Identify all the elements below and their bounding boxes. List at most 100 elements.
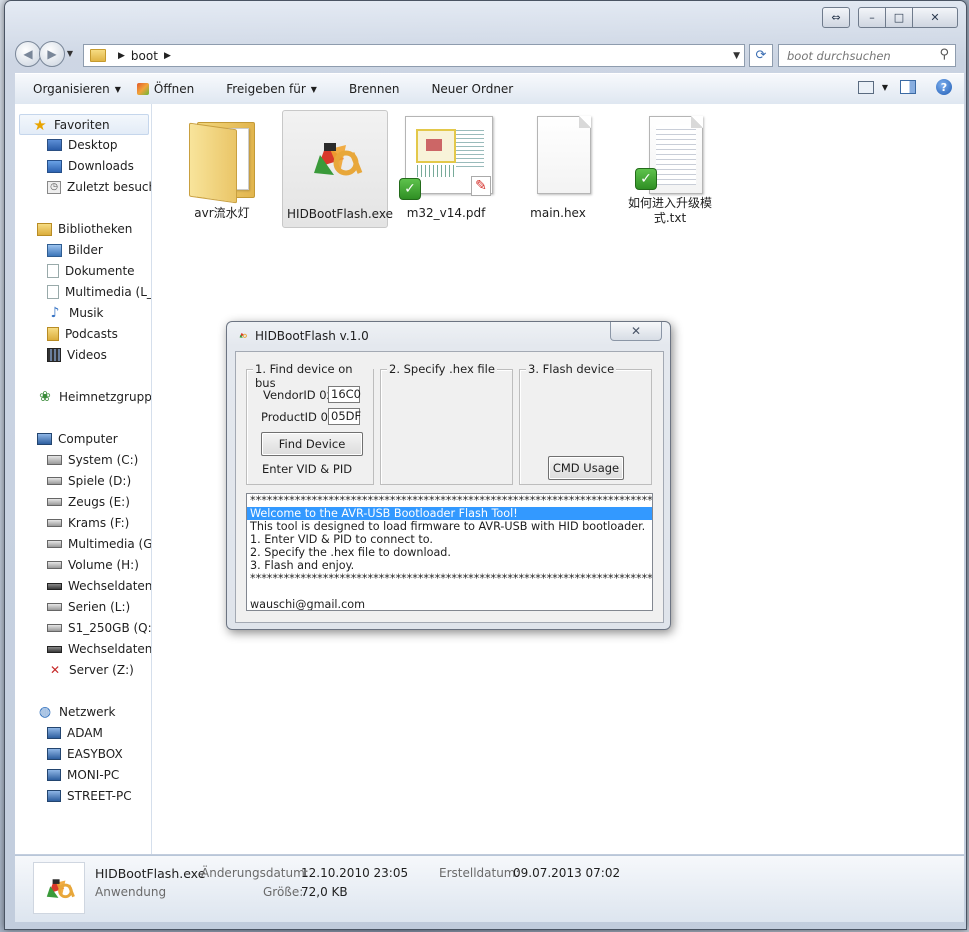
log-line[interactable]: This tool is designed to load firmware t… [247, 520, 652, 533]
file-item[interactable]: avr流水灯 [170, 110, 274, 226]
sync-check-icon: ✓ [399, 178, 421, 200]
log-line[interactable]: Welcome to the AVR-USB Bootloader Flash … [247, 507, 652, 520]
recent-pages-dropdown-icon[interactable]: ▼ [65, 41, 75, 65]
find-device-button[interactable]: Find Device [261, 432, 363, 456]
sidebar-item-favorites[interactable]: ★ Favoriten [19, 114, 149, 135]
swap-icon[interactable]: ⇔ [822, 7, 850, 28]
text-file-icon: ✓ [635, 114, 705, 194]
sidebar-item-multimedia[interactable]: Multimedia (L_) [47, 282, 151, 302]
sidebar-label: System (C:) [68, 453, 139, 467]
sidebar-item-libraries[interactable]: Bibliotheken [37, 219, 132, 239]
chevron-right-icon[interactable]: ▶ [164, 51, 171, 61]
log-line[interactable] [247, 585, 652, 598]
close-button[interactable]: ✕ [913, 7, 958, 28]
view-icon[interactable] [857, 80, 874, 94]
minimize-button[interactable]: – [858, 7, 886, 28]
sidebar-item-pc[interactable]: STREET-PC [47, 786, 132, 806]
sidebar-item-drive[interactable]: Zeugs (E:) [47, 492, 130, 512]
log-line[interactable]: ****************************************… [247, 572, 652, 585]
sidebar-item-drive[interactable]: Wechseldatentr [47, 639, 152, 659]
sidebar-item-documents[interactable]: Dokumente [47, 261, 135, 281]
details-modified-label: Änderungsdatum: [201, 866, 309, 880]
sidebar-item-computer[interactable]: Computer [37, 429, 118, 449]
cmd-usage-button[interactable]: CMD Usage [548, 456, 624, 480]
downloads-icon [47, 159, 62, 173]
details-created-label: Erstelldatum: [439, 866, 520, 880]
sidebar-item-pc[interactable]: EASYBOX [47, 744, 123, 764]
folder-icon [90, 49, 106, 62]
product-id-input[interactable]: 05DF [328, 408, 361, 425]
sidebar-item-drive[interactable]: S1_250GB (Q:) [47, 618, 151, 638]
sidebar-item-pictures[interactable]: Bilder [47, 240, 103, 260]
help-icon[interactable]: ? [936, 79, 952, 95]
sidebar-item-downloads[interactable]: Downloads [47, 156, 134, 176]
dialog-title: HIDBootFlash v.1.0 [255, 329, 369, 343]
file-item[interactable]: ✓ ✎ m32_v14.pdf [394, 110, 498, 226]
sidebar-item-desktop[interactable]: Desktop [47, 135, 118, 155]
organize-button[interactable]: Organisieren ▼ [15, 82, 135, 96]
sidebar-label: Videos [67, 348, 107, 362]
back-arrow-icon[interactable]: ◀ [15, 41, 41, 67]
share-button[interactable]: Freigeben für ▼ [208, 82, 331, 96]
group-label: 3. Flash device [526, 362, 617, 376]
maximize-button[interactable]: □ [886, 7, 913, 28]
burn-button[interactable]: Brennen [331, 82, 413, 96]
sidebar-item-drive[interactable]: Wechseldatentr [47, 576, 151, 596]
sync-check-icon: ✓ [635, 168, 657, 190]
preview-pane-icon[interactable] [900, 80, 916, 94]
forward-arrow-icon[interactable]: ▶ [39, 41, 65, 67]
sidebar-item-music[interactable]: ♪ Musik [47, 303, 104, 323]
vendor-id-input[interactable]: 16C0 [328, 386, 361, 403]
file-item[interactable]: main.hex [506, 110, 610, 226]
chevron-right-icon[interactable]: ▶ [118, 51, 125, 61]
sidebar-item-podcasts[interactable]: Podcasts [47, 324, 118, 344]
log-line[interactable]: ****************************************… [247, 494, 652, 507]
sidebar-item-drive[interactable]: Spiele (D:) [47, 471, 131, 491]
sidebar-label: MONI-PC [67, 768, 120, 782]
log-line[interactable]: 1. Enter VID & PID to connect to. [247, 533, 652, 546]
view-dropdown-icon[interactable]: ▼ [882, 83, 888, 92]
sidebar-item-drive[interactable]: ✕ Server (Z:) [47, 660, 134, 680]
log-line[interactable]: 2. Specify the .hex file to download. [247, 546, 652, 559]
search-box[interactable]: ⚲ [778, 44, 956, 67]
details-size-label: Größe: [263, 885, 304, 899]
sidebar-label: Wechseldatentr [68, 642, 152, 656]
sidebar-item-pc[interactable]: ADAM [47, 723, 103, 743]
sidebar-label: Downloads [68, 159, 134, 173]
sidebar-item-drive[interactable]: Serien (L:) [47, 597, 130, 617]
sidebar-label: Server (Z:) [69, 663, 134, 677]
sidebar-item-homegroup[interactable]: ❀ Heimnetzgruppe [37, 387, 151, 407]
sidebar-item-drive[interactable]: System (C:) [47, 450, 138, 470]
address-dropdown-icon[interactable]: ▼ [733, 51, 740, 61]
message-log[interactable]: ****************************************… [246, 493, 653, 611]
sidebar-label: ADAM [67, 726, 103, 740]
search-input[interactable] [785, 47, 939, 64]
sidebar-label: STREET-PC [67, 789, 132, 803]
sidebar-item-drive[interactable]: Multimedia (G:) [47, 534, 151, 554]
sidebar-label: Zeugs (E:) [68, 495, 130, 509]
details-type: Anwendung [95, 885, 167, 899]
log-line[interactable]: wauschi@gmail.com [247, 598, 652, 610]
burn-label: Brennen [348, 82, 400, 96]
star-icon: ★ [33, 115, 47, 134]
file-item[interactable]: ✓ 如何进入升级模式.txt [618, 110, 722, 226]
recent-places-icon: ◷ [47, 180, 61, 194]
address-bar[interactable]: ▶ boot ▶ ▼ [83, 44, 745, 67]
breadcrumb-boot[interactable]: boot [131, 49, 158, 63]
sidebar-item-drive[interactable]: Krams (F:) [47, 513, 129, 533]
refresh-icon[interactable]: ⟳ [749, 44, 773, 67]
open-label: Öffnen [153, 82, 195, 96]
new-folder-button[interactable]: Neuer Ordner [413, 82, 527, 96]
sidebar-item-drive[interactable]: Volume (H:) [47, 555, 139, 575]
search-icon[interactable]: ⚲ [939, 47, 949, 62]
sidebar-item-network[interactable]: ◍ Netzwerk [37, 702, 116, 722]
log-line[interactable]: 3. Flash and enjoy. [247, 559, 652, 572]
file-item-selected[interactable]: HIDBootFlash.exe [282, 110, 393, 228]
removable-drive-icon [47, 582, 62, 590]
sidebar-item-recent[interactable]: ◷ Zuletzt besucht [47, 177, 151, 197]
sidebar-item-videos[interactable]: Videos [47, 345, 107, 365]
open-button[interactable]: Öffnen [135, 82, 208, 96]
sidebar-item-pc[interactable]: MONI-PC [47, 765, 119, 785]
command-bar: Organisieren ▼ Öffnen Freigeben für ▼ Bren… [15, 73, 964, 105]
dialog-close-button[interactable]: ✕ [610, 322, 662, 341]
